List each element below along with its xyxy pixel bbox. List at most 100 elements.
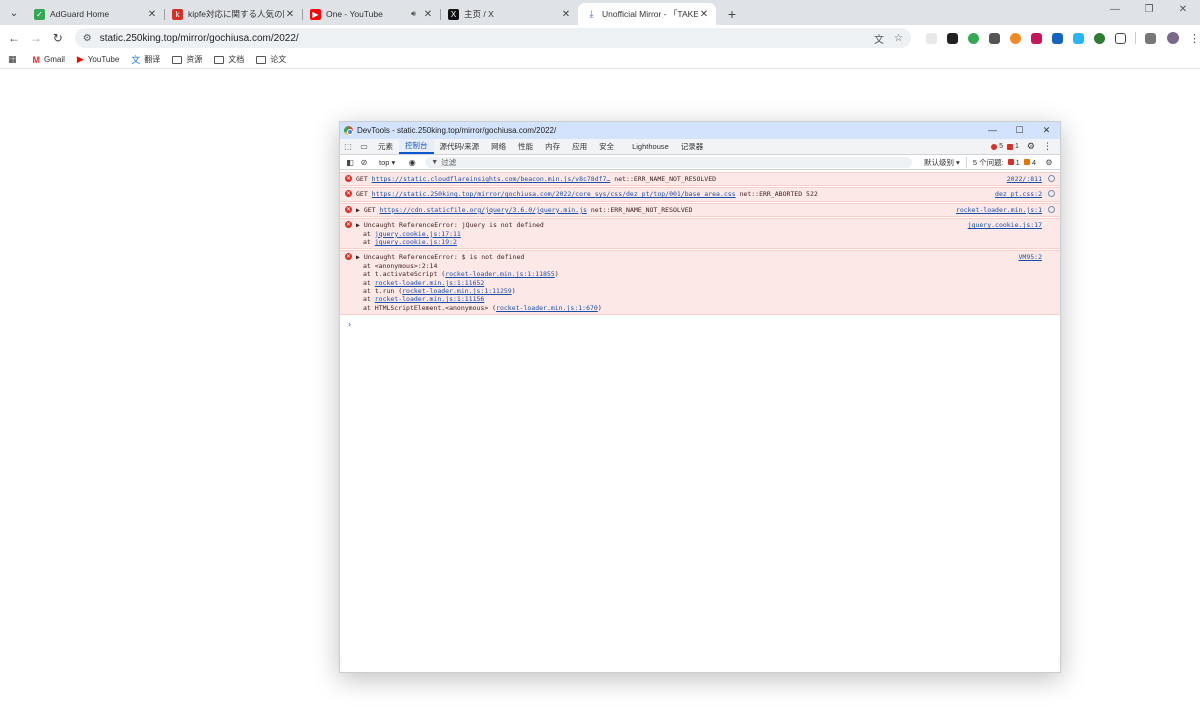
minimize-icon[interactable]: —	[1098, 4, 1132, 15]
bookmark-gmail[interactable]: M Gmail	[33, 55, 65, 65]
bookmark-star-icon[interactable]: ☆	[894, 33, 903, 44]
source-location-link[interactable]: jquery.cookie.js:17	[968, 221, 1042, 229]
stack-frame-link[interactable]: rocket-loader.min.js:1:11156	[375, 295, 485, 303]
minimize-icon[interactable]: —	[979, 125, 1006, 136]
inspect-element-icon[interactable]: ⬚	[340, 139, 356, 154]
tab-security[interactable]: 安全	[593, 139, 620, 154]
tab-application[interactable]: 应用	[566, 139, 593, 154]
console-error-message[interactable]: ✕ ▶ Uncaught ReferenceError: jQuery is n…	[340, 218, 1060, 250]
close-window-icon[interactable]: ✕	[1166, 4, 1200, 15]
extension-icon[interactable]	[1052, 32, 1064, 44]
bookmark-folder-resources[interactable]: 资源	[172, 54, 202, 65]
device-toolbar-icon[interactable]: ▭	[356, 139, 372, 154]
extension-icon[interactable]	[1010, 32, 1022, 44]
extension-icon[interactable]	[1073, 32, 1085, 44]
browser-tab-kipfe[interactable]: k kipfe対応に関する人気の同人誌 ✕	[164, 3, 302, 25]
maximize-icon[interactable]: ☐	[1006, 125, 1033, 136]
tab-lighthouse[interactable]: Lighthouse	[626, 139, 675, 154]
back-arrow-icon[interactable]: ←	[3, 31, 25, 45]
address-bar[interactable]: ⚙︎ static.250king.top/mirror/gochiusa.co…	[74, 28, 912, 48]
address-url[interactable]: static.250king.top/mirror/gochiusa.com/2…	[100, 33, 864, 44]
stack-frame-link[interactable]: rocket-loader.min.js:1:11855	[445, 270, 555, 278]
live-expression-eye-icon[interactable]: ◉	[405, 158, 419, 167]
request-url-link[interactable]: https://static.cloudflareinsights.com/be…	[372, 175, 611, 183]
tab-network[interactable]: 网络	[485, 139, 512, 154]
source-location-link[interactable]: dez_pt.css:2	[995, 190, 1042, 198]
stack-frame-link[interactable]: rocket-loader.min.js:1:11652	[375, 279, 485, 287]
network-request-icon[interactable]	[1048, 205, 1055, 213]
source-location-link[interactable]: 2022/:811	[1007, 175, 1042, 183]
tab-search-chevron-icon[interactable]: ⌄	[4, 3, 24, 23]
bookmark-label: 文档	[228, 55, 245, 64]
tab-sources[interactable]: 源代码/来源	[434, 139, 486, 154]
stack-frame-link[interactable]: jquery.cookie.js:19:2	[375, 238, 457, 246]
site-info-icon[interactable]: ⚙︎	[83, 33, 92, 44]
tab-memory[interactable]: 内存	[539, 139, 566, 154]
error-x-icon: ✕	[345, 190, 352, 198]
adguard-extension-icon[interactable]	[968, 32, 980, 44]
settings-gear-icon[interactable]: ⚙	[1027, 141, 1035, 152]
apps-grid-icon: ▦	[8, 54, 17, 64]
close-tab-icon[interactable]: ✕	[422, 9, 434, 20]
context-selector[interactable]: top ▾	[375, 158, 399, 167]
extension-icon[interactable]	[947, 32, 959, 44]
console-error-message: ✕ GET https://static.250king.top/mirror/…	[340, 187, 1060, 202]
devtools-window: DevTools - static.250king.top/mirror/goc…	[339, 121, 1061, 673]
profile-avatar[interactable]	[1167, 32, 1180, 44]
audio-playing-icon[interactable]: 🔊︎	[411, 9, 416, 19]
close-tab-icon[interactable]: ✕	[284, 9, 296, 20]
bookmark-youtube[interactable]: ▶ YouTube	[77, 54, 119, 65]
stack-frame: at t.run (rocket-loader.min.js:1:11259)	[363, 287, 516, 296]
console-prompt[interactable]: ›	[340, 316, 1060, 329]
browser-tab-adguard[interactable]: ✓ AdGuard Home ✕	[26, 3, 164, 25]
extension-icon[interactable]	[989, 32, 1001, 44]
console-error-message[interactable]: ✕ ▶ Uncaught ReferenceError: $ is not de…	[340, 250, 1060, 316]
browser-tab-mirror[interactable]: ⤓ Unofficial Mirror - 「TAKE OUT」 ✕	[578, 3, 716, 25]
clear-console-icon[interactable]: ⊘	[357, 158, 371, 167]
source-location-link[interactable]: rocket-loader.min.js:1	[956, 206, 1042, 214]
browser-tab-youtube[interactable]: ▶ One - YouTube 🔊︎ ✕	[302, 3, 440, 25]
error-count-badge[interactable]: 5	[991, 143, 1003, 150]
stack-frame: at t.activateScript (rocket-loader.min.j…	[363, 270, 559, 279]
more-options-icon[interactable]: ⋮	[1043, 141, 1052, 152]
console-settings-gear-icon[interactable]: ⚙	[1042, 158, 1056, 167]
log-levels-dropdown[interactable]: 默认级别 ▾	[918, 156, 967, 168]
issues-button[interactable]: 5 个问题: 1 4	[967, 157, 1042, 168]
extension-icon[interactable]	[926, 32, 938, 44]
stack-frame-link[interactable]: jquery.cookie.js:17:11	[375, 230, 461, 238]
network-request-icon[interactable]	[1048, 190, 1055, 198]
bookmark-folder-papers[interactable]: 论文	[256, 54, 286, 65]
warning-count-badge[interactable]: 1	[1007, 143, 1019, 150]
forward-arrow-icon[interactable]: →	[25, 31, 47, 45]
close-tab-icon[interactable]: ✕	[698, 9, 710, 20]
reload-icon[interactable]: ↻	[47, 31, 69, 45]
close-window-icon[interactable]: ✕	[1033, 125, 1060, 136]
sidebar-toggle-icon[interactable]: ◧	[343, 158, 357, 167]
tab-performance[interactable]: 性能	[512, 139, 539, 154]
apps-grid-button[interactable]: ▦	[8, 54, 21, 65]
tab-elements[interactable]: 元素	[372, 139, 399, 154]
request-url-link[interactable]: https://static.250king.top/mirror/gochiu…	[372, 190, 736, 198]
stack-frame-link[interactable]: rocket-loader.min.js:1:11259	[402, 287, 512, 295]
tab-recorder[interactable]: 记录器	[675, 139, 710, 154]
extension-icon[interactable]	[1031, 32, 1043, 44]
bookmark-folder-docs[interactable]: 文档	[214, 54, 244, 65]
close-tab-icon[interactable]: ✕	[560, 9, 572, 20]
source-location-link[interactable]: VM95:2	[1019, 253, 1042, 261]
network-request-icon[interactable]	[1048, 175, 1055, 182]
request-url-link[interactable]: https://cdn.staticfile.org/jquery/3.6.0/…	[379, 206, 586, 214]
close-tab-icon[interactable]: ✕	[146, 9, 158, 20]
tab-console[interactable]: 控制台	[399, 139, 434, 154]
restore-icon[interactable]: ❐	[1132, 4, 1166, 15]
filter-input[interactable]: ▼ 过滤	[425, 156, 912, 168]
translate-icon[interactable]: 文	[874, 31, 884, 46]
bookmark-translate[interactable]: 文翻译	[131, 53, 160, 66]
browser-tab-x[interactable]: X 主页 / X ✕	[440, 3, 578, 25]
console-error-message[interactable]: ✕ ▶ GET https://cdn.staticfile.org/jquer…	[340, 202, 1060, 218]
new-tab-button[interactable]: +	[722, 6, 742, 22]
stack-frame-link[interactable]: rocket-loader.min.js:1:670	[496, 304, 598, 312]
more-menu-icon[interactable]: ⋮	[1189, 32, 1200, 45]
puzzle-extensions-icon[interactable]	[1115, 32, 1127, 44]
extension-icon[interactable]	[1094, 32, 1106, 44]
reading-list-icon[interactable]	[1145, 32, 1157, 44]
